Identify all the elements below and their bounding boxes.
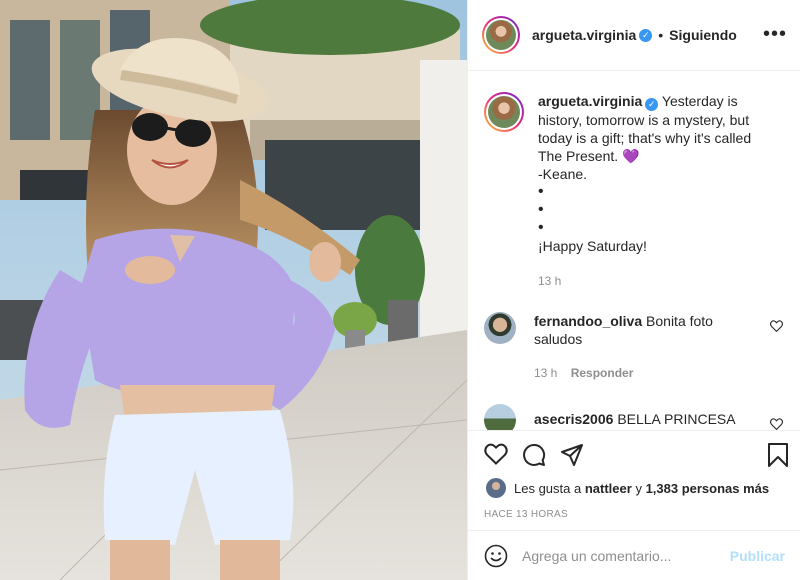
commenter-username[interactable]: asecris2006 — [534, 411, 613, 427]
post-caption: argueta.virginia ✓ Yesterday is history, … — [484, 92, 785, 290]
caption-line: • — [538, 183, 544, 200]
verified-icon: ✓ — [639, 28, 653, 42]
caption-time[interactable]: 13 h — [538, 272, 768, 290]
likes-connector: y — [635, 480, 642, 496]
author-username[interactable]: argueta.virginia — [532, 27, 636, 43]
publish-button[interactable]: Publicar — [730, 548, 785, 564]
caption-line: -Keane. — [538, 166, 588, 182]
more-options-icon[interactable]: ••• — [763, 24, 787, 44]
likes-summary: Les gusta a nattleer y 1,383 personas má… — [486, 478, 769, 498]
post-photo[interactable] — [0, 0, 467, 580]
comment-item: fernandoo_oliva Bonita foto saludos 13 h… — [484, 312, 785, 382]
comment-icon[interactable] — [522, 443, 546, 467]
caption-username[interactable]: argueta.virginia — [538, 93, 642, 109]
comment-item: asecris2006 BELLA PRINCESA — [484, 404, 785, 430]
header-separator: • — [658, 27, 664, 43]
action-icons — [484, 443, 584, 467]
post-header: argueta.virginia ✓ • Siguiendo ••• — [468, 0, 800, 71]
likes-count-link[interactable]: 1,383 personas más — [646, 481, 770, 496]
comment-body: fernandoo_oliva Bonita foto saludos 13 h… — [534, 312, 744, 382]
caption-line: ¡Happy Saturday! — [538, 238, 647, 254]
add-comment-bar: Publicar — [468, 530, 800, 580]
comments-section[interactable]: argueta.virginia ✓ Yesterday is history, … — [468, 72, 800, 430]
emoji-icon[interactable] — [484, 544, 508, 568]
post-sidebar: argueta.virginia ✓ • Siguiendo ••• argue… — [467, 0, 800, 580]
caption-line: • — [538, 219, 544, 236]
following-button[interactable]: Siguiendo — [669, 27, 737, 43]
like-comment-icon[interactable] — [770, 418, 783, 430]
share-icon[interactable] — [560, 443, 584, 467]
comment-text: BELLA PRINCESA — [617, 411, 736, 427]
comment-meta: 13 h Responder — [534, 364, 744, 382]
caption-text: argueta.virginia ✓ Yesterday is history, … — [538, 92, 768, 165]
caption-body: argueta.virginia ✓ Yesterday is history, … — [538, 92, 768, 290]
post-image — [0, 0, 467, 580]
like-comment-icon[interactable] — [770, 320, 783, 332]
comment-time[interactable]: 13 h — [534, 366, 557, 380]
verified-icon: ✓ — [645, 98, 659, 111]
comment-body: asecris2006 BELLA PRINCESA — [534, 404, 744, 430]
comment-input[interactable] — [522, 547, 722, 564]
liker-avatar[interactable] — [486, 478, 506, 498]
commenter-username[interactable]: fernandoo_oliva — [534, 313, 642, 329]
commenter-avatar[interactable] — [484, 404, 516, 430]
post-actions: Les gusta a nattleer y 1,383 personas má… — [468, 430, 800, 530]
commenter-avatar[interactable] — [484, 312, 516, 344]
reply-button[interactable]: Responder — [571, 366, 634, 380]
liker-username[interactable]: nattleer — [585, 481, 632, 496]
likes-prefix: Les gusta a — [514, 480, 582, 496]
caption-avatar[interactable] — [484, 92, 524, 132]
heart-icon[interactable] — [484, 443, 508, 465]
caption-line: • — [538, 201, 544, 218]
post-timestamp[interactable]: HACE 13 HORAS — [484, 509, 568, 520]
bookmark-icon[interactable] — [767, 443, 789, 467]
author-avatar[interactable] — [482, 16, 520, 54]
heart-emoji: 💜 — [622, 148, 640, 164]
